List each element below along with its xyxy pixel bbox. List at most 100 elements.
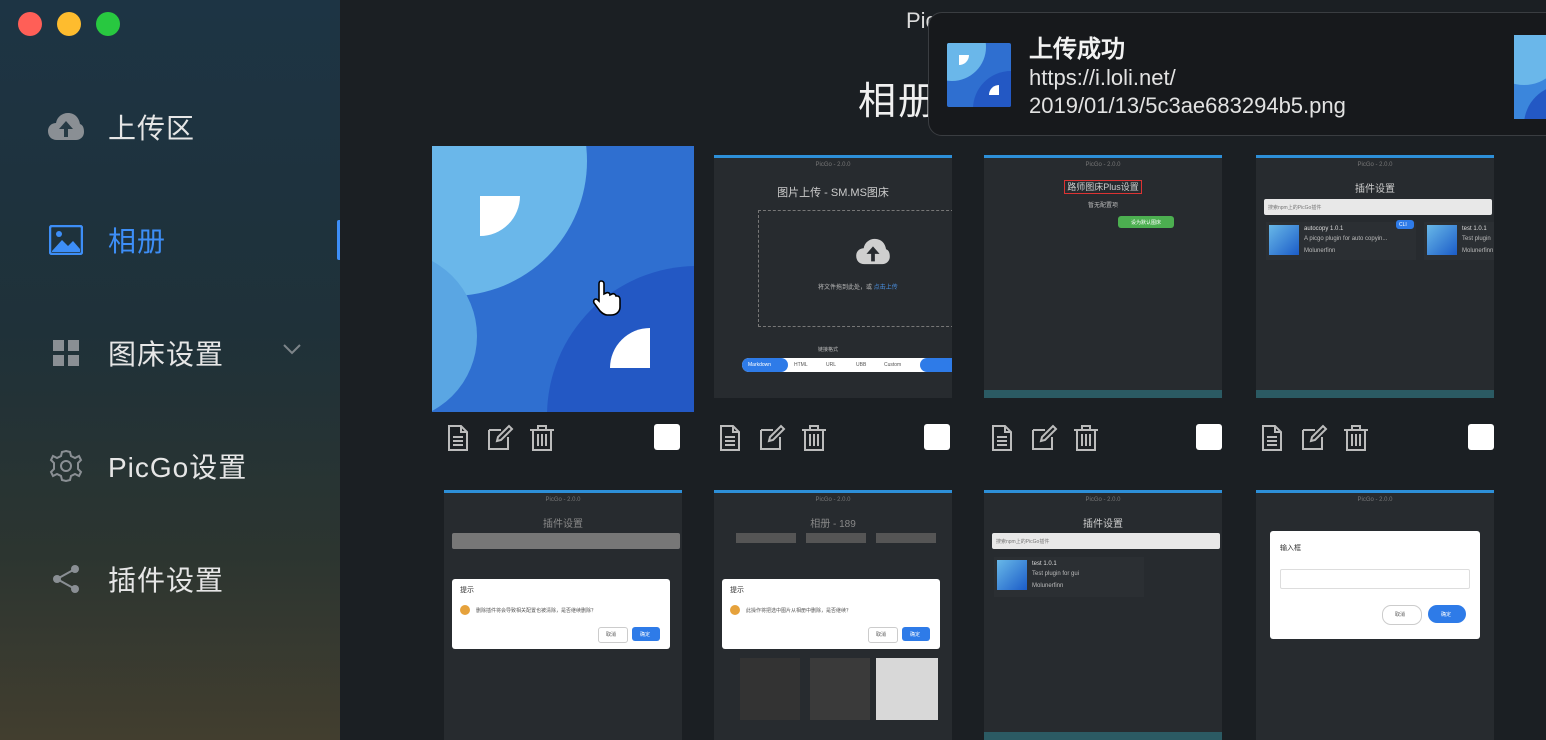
thumb-footer bbox=[984, 732, 1222, 740]
thumb-format-item: Markdown bbox=[748, 362, 772, 368]
thumb-format-item: Custom bbox=[884, 362, 902, 368]
thumb-image bbox=[810, 658, 870, 720]
thumb-heading: 相册 - 189 bbox=[810, 519, 856, 530]
thumb-dropzone bbox=[758, 210, 952, 327]
gallery-card: PicGo - 2.0.0 插件设置 搜索npm上的PicGo插件 autoco… bbox=[1256, 155, 1494, 398]
thumb-window-title: PicGo - 2.0.0 bbox=[1085, 497, 1121, 503]
thumb-heading: 插件设置 bbox=[543, 519, 583, 530]
sidebar-item-plugins[interactable]: 插件设置 bbox=[0, 522, 340, 635]
gallery-card bbox=[432, 146, 694, 412]
card-actions bbox=[444, 418, 682, 458]
thumb-window-title: PicGo - 2.0.0 bbox=[1085, 162, 1121, 168]
gallery-thumbnail[interactable]: PicGo - 2.0.0 插件设置 提示 删除插件将会导致相关配置也被清除，是… bbox=[444, 490, 682, 740]
copy-link-icon[interactable] bbox=[988, 424, 1016, 452]
thumb-sub: 暂无配置项 bbox=[1087, 203, 1118, 209]
thumb-plugin-card: autocopy 1.0.1 A picgo plugin for auto c… bbox=[1266, 222, 1416, 260]
sidebar-item-image-hosting[interactable]: 图床设置 bbox=[0, 296, 340, 409]
grid-icon bbox=[48, 335, 84, 371]
thumb-image bbox=[876, 658, 938, 720]
thumb-window-title: PicGo - 2.0.0 bbox=[1357, 162, 1393, 168]
card-actions bbox=[1258, 418, 1496, 458]
thumb-search-text: 搜索npm上的PicGo插件 bbox=[996, 539, 1050, 545]
thumb-link-format-label: 链接格式 bbox=[818, 347, 839, 353]
trash-icon[interactable] bbox=[1072, 424, 1100, 452]
copy-link-icon[interactable] bbox=[444, 424, 472, 452]
page-title: 相册 bbox=[858, 81, 939, 123]
thumb-upload-btn bbox=[920, 358, 952, 372]
gallery-card: PicGo - 2.0.0 输入框 取消 确定 bbox=[1256, 490, 1494, 740]
thumb-drop-text: 将文件拖到此处，或 点击上传 bbox=[818, 285, 898, 291]
select-checkbox[interactable] bbox=[1196, 424, 1222, 450]
gallery-card: PicGo - 2.0.0 路师图床Plus设置 暂无配置项 设为默认图床 bbox=[984, 155, 1222, 398]
thumb-heading: 插件设置 bbox=[1083, 519, 1123, 530]
image-icon bbox=[48, 222, 84, 258]
gallery-thumbnail[interactable]: PicGo - 2.0.0 路师图床Plus设置 暂无配置项 设为默认图床 bbox=[984, 155, 1222, 398]
trash-icon[interactable] bbox=[1342, 424, 1370, 452]
thumb-window-title: PicGo - 2.0.0 bbox=[815, 162, 851, 168]
thumb-select bbox=[876, 533, 936, 543]
notification-title: 上传成功 bbox=[1029, 36, 1125, 63]
uploaded-image-preview bbox=[1514, 35, 1546, 119]
gallery-thumbnail[interactable]: PicGo - 2.0.0 插件设置 搜索npm上的PicGo插件 test 1… bbox=[984, 490, 1222, 740]
thumb-format-item: UBB bbox=[856, 362, 867, 368]
gear-icon bbox=[48, 448, 84, 484]
cloud-upload-icon bbox=[856, 238, 890, 265]
thumb-footer bbox=[1256, 390, 1494, 398]
minimize-window-button[interactable] bbox=[57, 12, 81, 36]
gallery-card: PicGo - 2.0.0 相册 - 189 提示 此操作将把选中图片从相册中删… bbox=[714, 490, 952, 740]
edit-icon[interactable] bbox=[758, 424, 786, 452]
select-checkbox[interactable] bbox=[654, 424, 680, 450]
thumb-search-text: 搜索npm上的PicGo插件 bbox=[1268, 205, 1322, 211]
edit-icon[interactable] bbox=[1030, 424, 1058, 452]
gallery-thumbnail[interactable]: PicGo - 2.0.0 相册 - 189 提示 此操作将把选中图片从相册中删… bbox=[714, 490, 952, 740]
thumb-format-item: HTML bbox=[794, 362, 808, 368]
maximize-window-button[interactable] bbox=[96, 12, 120, 36]
thumb-plugin-card: test 1.0.1 Test plugin Molunerfinn bbox=[1424, 222, 1494, 260]
select-checkbox[interactable] bbox=[924, 424, 950, 450]
thumb-heading: 图片上传 - SM.MS图床 bbox=[777, 187, 889, 199]
sidebar-item-label: 插件设置 bbox=[108, 564, 225, 596]
gallery-thumbnail[interactable]: PicGo - 2.0.0 插件设置 搜索npm上的PicGo插件 autoco… bbox=[1256, 155, 1494, 398]
sidebar-item-upload[interactable]: 上传区 bbox=[0, 70, 340, 183]
card-actions bbox=[988, 418, 1226, 458]
thumb-heading: 插件设置 bbox=[1355, 184, 1395, 195]
window-controls bbox=[18, 12, 120, 36]
sidebar-item-label: 上传区 bbox=[108, 112, 196, 144]
thumb-window-title: PicGo - 2.0.0 bbox=[815, 497, 851, 503]
thumb-window-title: PicGo - 2.0.0 bbox=[1357, 497, 1393, 503]
select-checkbox[interactable] bbox=[1468, 424, 1494, 450]
thumb-select bbox=[736, 533, 796, 543]
thumb-footer bbox=[984, 390, 1222, 398]
notification-url-line2: 2019/01/13/5c3ae683294b5.png bbox=[1029, 93, 1346, 118]
thumb-plugin-card: test 1.0.1 Test plugin for gui Molunerfi… bbox=[994, 557, 1144, 597]
edit-icon[interactable] bbox=[486, 424, 514, 452]
thumb-window-title: PicGo - 2.0.0 bbox=[545, 497, 581, 503]
thumb-dialog: 提示 此操作将把选中图片从相册中删除，是否继续？ 取消 确定 bbox=[722, 579, 940, 649]
sidebar-item-picgo-settings[interactable]: PicGo设置 bbox=[0, 409, 340, 522]
gallery-thumbnail[interactable]: PicGo - 2.0.0 图片上传 - SM.MS图床 将文件拖到此处，或 点… bbox=[714, 155, 952, 398]
gallery-card: PicGo - 2.0.0 插件设置 搜索npm上的PicGo插件 test 1… bbox=[984, 490, 1222, 740]
thumb-tag-text: CLI bbox=[1399, 222, 1407, 228]
sidebar-item-gallery[interactable]: 相册 bbox=[0, 183, 342, 296]
trash-icon[interactable] bbox=[528, 424, 556, 452]
thumb-heading: 路师图床Plus设置 bbox=[984, 180, 1222, 194]
gallery-thumbnail[interactable] bbox=[432, 146, 694, 412]
thumb-format-item: URL bbox=[826, 362, 837, 368]
picgo-app-icon bbox=[947, 43, 1011, 107]
copy-link-icon[interactable] bbox=[1258, 424, 1286, 452]
trash-icon[interactable] bbox=[800, 424, 828, 452]
chevron-down-icon[interactable] bbox=[282, 342, 302, 360]
thumb-dialog: 提示 删除插件将会导致相关配置也被清除，是否继续删除？ 取消 确定 bbox=[452, 579, 670, 649]
card-actions bbox=[716, 418, 954, 458]
close-window-button[interactable] bbox=[18, 12, 42, 36]
upload-notification[interactable]: 上传成功 https://i.loli.net/ 2019/01/13/5c3a… bbox=[928, 12, 1546, 136]
edit-icon[interactable] bbox=[1300, 424, 1328, 452]
cloud-upload-icon bbox=[48, 109, 84, 145]
copy-link-icon[interactable] bbox=[716, 424, 744, 452]
gallery-thumbnail[interactable]: PicGo - 2.0.0 输入框 取消 确定 bbox=[1256, 490, 1494, 740]
thumb-select bbox=[806, 533, 866, 543]
gallery-card: PicGo - 2.0.0 图片上传 - SM.MS图床 将文件拖到此处，或 点… bbox=[714, 155, 952, 398]
gallery-card: PicGo - 2.0.0 插件设置 提示 删除插件将会导致相关配置也被清除，是… bbox=[444, 490, 682, 740]
notification-url-line1: https://i.loli.net/ bbox=[1029, 65, 1176, 90]
hand-cursor-icon bbox=[592, 280, 621, 316]
